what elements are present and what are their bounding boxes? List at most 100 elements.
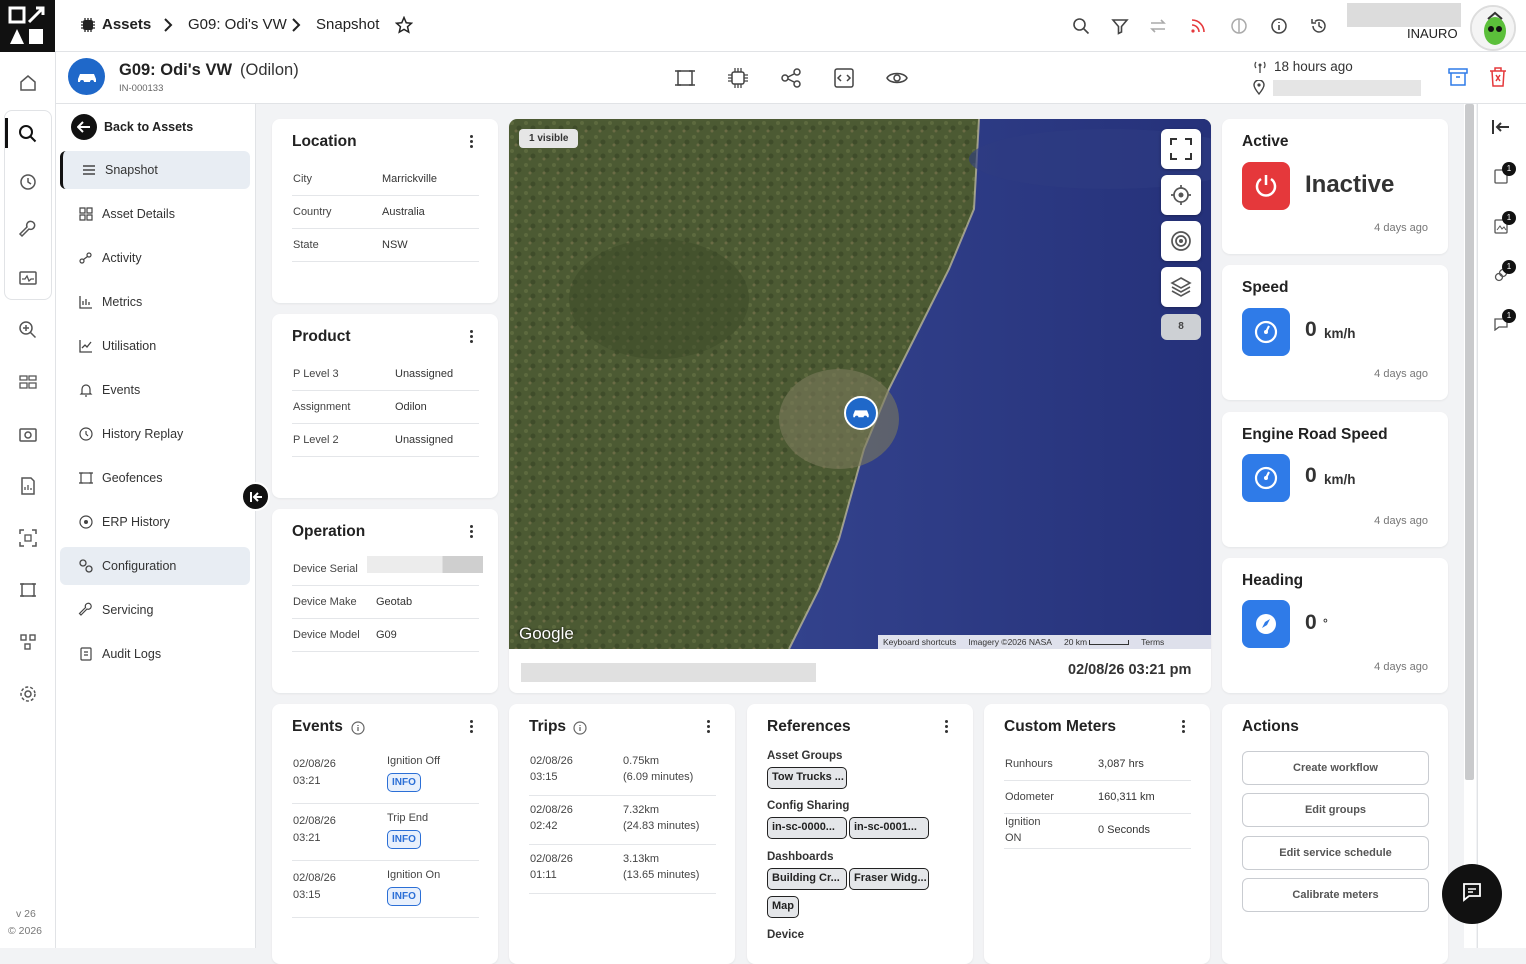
trips-card: Trips 02/08/26 03:15 0.75km (6.09 minute… bbox=[509, 704, 735, 964]
sidebar-item-label: Servicing bbox=[102, 603, 154, 617]
more-icon[interactable] bbox=[470, 135, 474, 149]
info-icon[interactable] bbox=[573, 721, 587, 740]
more-icon[interactable] bbox=[470, 525, 474, 539]
info-icon[interactable] bbox=[1268, 15, 1290, 37]
actions-card: Actions Create workflow Edit groups Edit… bbox=[1222, 704, 1448, 964]
chat-button[interactable] bbox=[1442, 864, 1502, 924]
event-name: Trip End bbox=[387, 812, 429, 824]
meter-name: Odometer bbox=[1005, 791, 1054, 803]
zoom-icon[interactable] bbox=[14, 316, 42, 344]
expand-panel-icon[interactable] bbox=[1492, 119, 1510, 140]
share-icon[interactable] bbox=[780, 67, 802, 89]
more-icon[interactable] bbox=[470, 330, 474, 344]
search-icon[interactable] bbox=[14, 120, 42, 148]
layers-icon[interactable] bbox=[1161, 267, 1201, 307]
chip-icon[interactable] bbox=[727, 67, 749, 89]
collapse-sidebar-icon[interactable] bbox=[241, 482, 270, 511]
delete-icon[interactable] bbox=[1489, 67, 1507, 92]
more-icon[interactable] bbox=[1182, 720, 1186, 734]
trip-row[interactable]: 02/08/26 02:42 7.32km (24.83 minutes) bbox=[529, 797, 716, 845]
config-sharing-chip[interactable]: in-sc-0001... bbox=[849, 817, 929, 839]
more-icon[interactable] bbox=[945, 720, 949, 734]
heading-ago: 4 days ago bbox=[1374, 661, 1428, 673]
code-icon[interactable] bbox=[833, 67, 855, 89]
event-row[interactable]: 02/08/26 03:21 Trip End INFO bbox=[292, 805, 479, 861]
settings-icon[interactable] bbox=[14, 680, 42, 708]
info-icon[interactable] bbox=[351, 721, 365, 740]
geofence-icon[interactable] bbox=[674, 67, 696, 89]
report-icon[interactable] bbox=[14, 472, 42, 500]
layer-count-badge[interactable]: 8 bbox=[1161, 314, 1201, 340]
sidebar-item-configuration[interactable]: Configuration bbox=[60, 547, 250, 585]
monitor-icon[interactable] bbox=[14, 264, 42, 292]
sidebar-item-asset-details[interactable]: Asset Details bbox=[60, 195, 250, 233]
dashboard-chip[interactable]: Map bbox=[767, 896, 799, 918]
dashboard-chip[interactable]: Building Cr... bbox=[767, 868, 847, 890]
sidebar-item-audit-logs[interactable]: Audit Logs bbox=[60, 635, 250, 673]
more-icon[interactable] bbox=[470, 720, 474, 734]
calibrate-meters-button[interactable]: Calibrate meters bbox=[1242, 878, 1429, 912]
breadcrumb-asset[interactable]: G09: Odi's VW bbox=[188, 16, 287, 33]
fullscreen-icon[interactable] bbox=[1161, 129, 1201, 169]
kv-key: City bbox=[293, 173, 312, 185]
speed-title: Speed bbox=[1242, 279, 1289, 296]
create-workflow-button[interactable]: Create workflow bbox=[1242, 751, 1429, 785]
swap-icon[interactable] bbox=[1147, 15, 1169, 37]
eye-icon[interactable] bbox=[886, 67, 908, 89]
sidebar-item-geofences[interactable]: Geofences bbox=[60, 459, 250, 497]
config-sharing-chip[interactable]: in-sc-0000... bbox=[767, 817, 847, 839]
sidebar-item-events[interactable]: Events bbox=[60, 371, 250, 409]
search-icon[interactable] bbox=[1070, 15, 1092, 37]
trip-row[interactable]: 02/08/26 03:15 0.75km (6.09 minutes) bbox=[529, 748, 716, 796]
app-logo[interactable] bbox=[0, 0, 55, 52]
geofence-icon[interactable] bbox=[14, 576, 42, 604]
sidebar-item-erp-history[interactable]: ERP History bbox=[60, 503, 250, 541]
sidebar-item-metrics[interactable]: Metrics bbox=[60, 283, 250, 321]
more-icon[interactable] bbox=[707, 720, 711, 734]
history-icon[interactable] bbox=[1308, 15, 1330, 37]
kv-key: P Level 2 bbox=[293, 434, 339, 446]
camera-icon[interactable] bbox=[14, 420, 42, 448]
references-card: References Asset Groups Tow Trucks ... C… bbox=[747, 704, 973, 964]
hierarchy-icon[interactable] bbox=[14, 628, 42, 656]
breadcrumb-assets[interactable]: Assets bbox=[102, 16, 151, 33]
clock-icon[interactable] bbox=[14, 168, 42, 196]
edit-groups-button[interactable]: Edit groups bbox=[1242, 793, 1429, 827]
event-row[interactable]: 02/08/26 03:21 Ignition Off INFO bbox=[292, 748, 479, 804]
sidebar-item-servicing[interactable]: Servicing bbox=[60, 591, 250, 629]
target-icon[interactable] bbox=[1161, 221, 1201, 261]
locate-icon[interactable] bbox=[1161, 175, 1201, 215]
sidebar-item-utilisation[interactable]: Utilisation bbox=[60, 327, 250, 365]
avatar[interactable] bbox=[1470, 5, 1516, 51]
kv-row: Assignment Odilon bbox=[292, 391, 479, 424]
back-arrow-icon[interactable] bbox=[71, 114, 97, 140]
terms-link[interactable]: Terms bbox=[1141, 637, 1164, 647]
back-to-assets[interactable]: Back to Assets bbox=[104, 120, 193, 134]
vehicle-marker[interactable] bbox=[844, 396, 878, 430]
dashboard-chip[interactable]: Fraser Widg... bbox=[849, 868, 929, 890]
wrench-icon[interactable] bbox=[14, 216, 42, 244]
info-badge: INFO bbox=[387, 773, 421, 792]
kv-row: City Marrickville bbox=[292, 163, 479, 196]
rss-icon[interactable] bbox=[1187, 15, 1209, 37]
asset-group-chip[interactable]: Tow Trucks ... bbox=[767, 767, 847, 789]
edit-service-schedule-button[interactable]: Edit service schedule bbox=[1242, 836, 1429, 870]
kv-value: Unassigned bbox=[395, 368, 454, 380]
sidebar-item-activity[interactable]: Activity bbox=[60, 239, 250, 277]
trip-row[interactable]: 02/08/26 01:11 3.13km (13.65 minutes) bbox=[529, 846, 716, 894]
contrast-icon[interactable] bbox=[1228, 15, 1250, 37]
trips-title: Trips bbox=[529, 718, 567, 735]
event-row[interactable]: 02/08/26 03:15 Ignition On INFO bbox=[292, 862, 479, 918]
home-icon[interactable] bbox=[14, 69, 42, 97]
star-icon[interactable] bbox=[394, 15, 414, 39]
scan-icon[interactable] bbox=[14, 524, 42, 552]
filter-icon[interactable] bbox=[1109, 15, 1131, 37]
audit-icon bbox=[78, 646, 94, 662]
dashboard-icon[interactable] bbox=[14, 368, 42, 396]
scrollbar-thumb[interactable] bbox=[1465, 104, 1474, 780]
sidebar-item-snapshot[interactable]: Snapshot bbox=[60, 151, 250, 189]
satellite-map[interactable] bbox=[509, 119, 1211, 649]
keyboard-shortcuts-link[interactable]: Keyboard shortcuts bbox=[883, 637, 956, 647]
archive-icon[interactable] bbox=[1448, 68, 1468, 91]
sidebar-item-history-replay[interactable]: History Replay bbox=[60, 415, 250, 453]
